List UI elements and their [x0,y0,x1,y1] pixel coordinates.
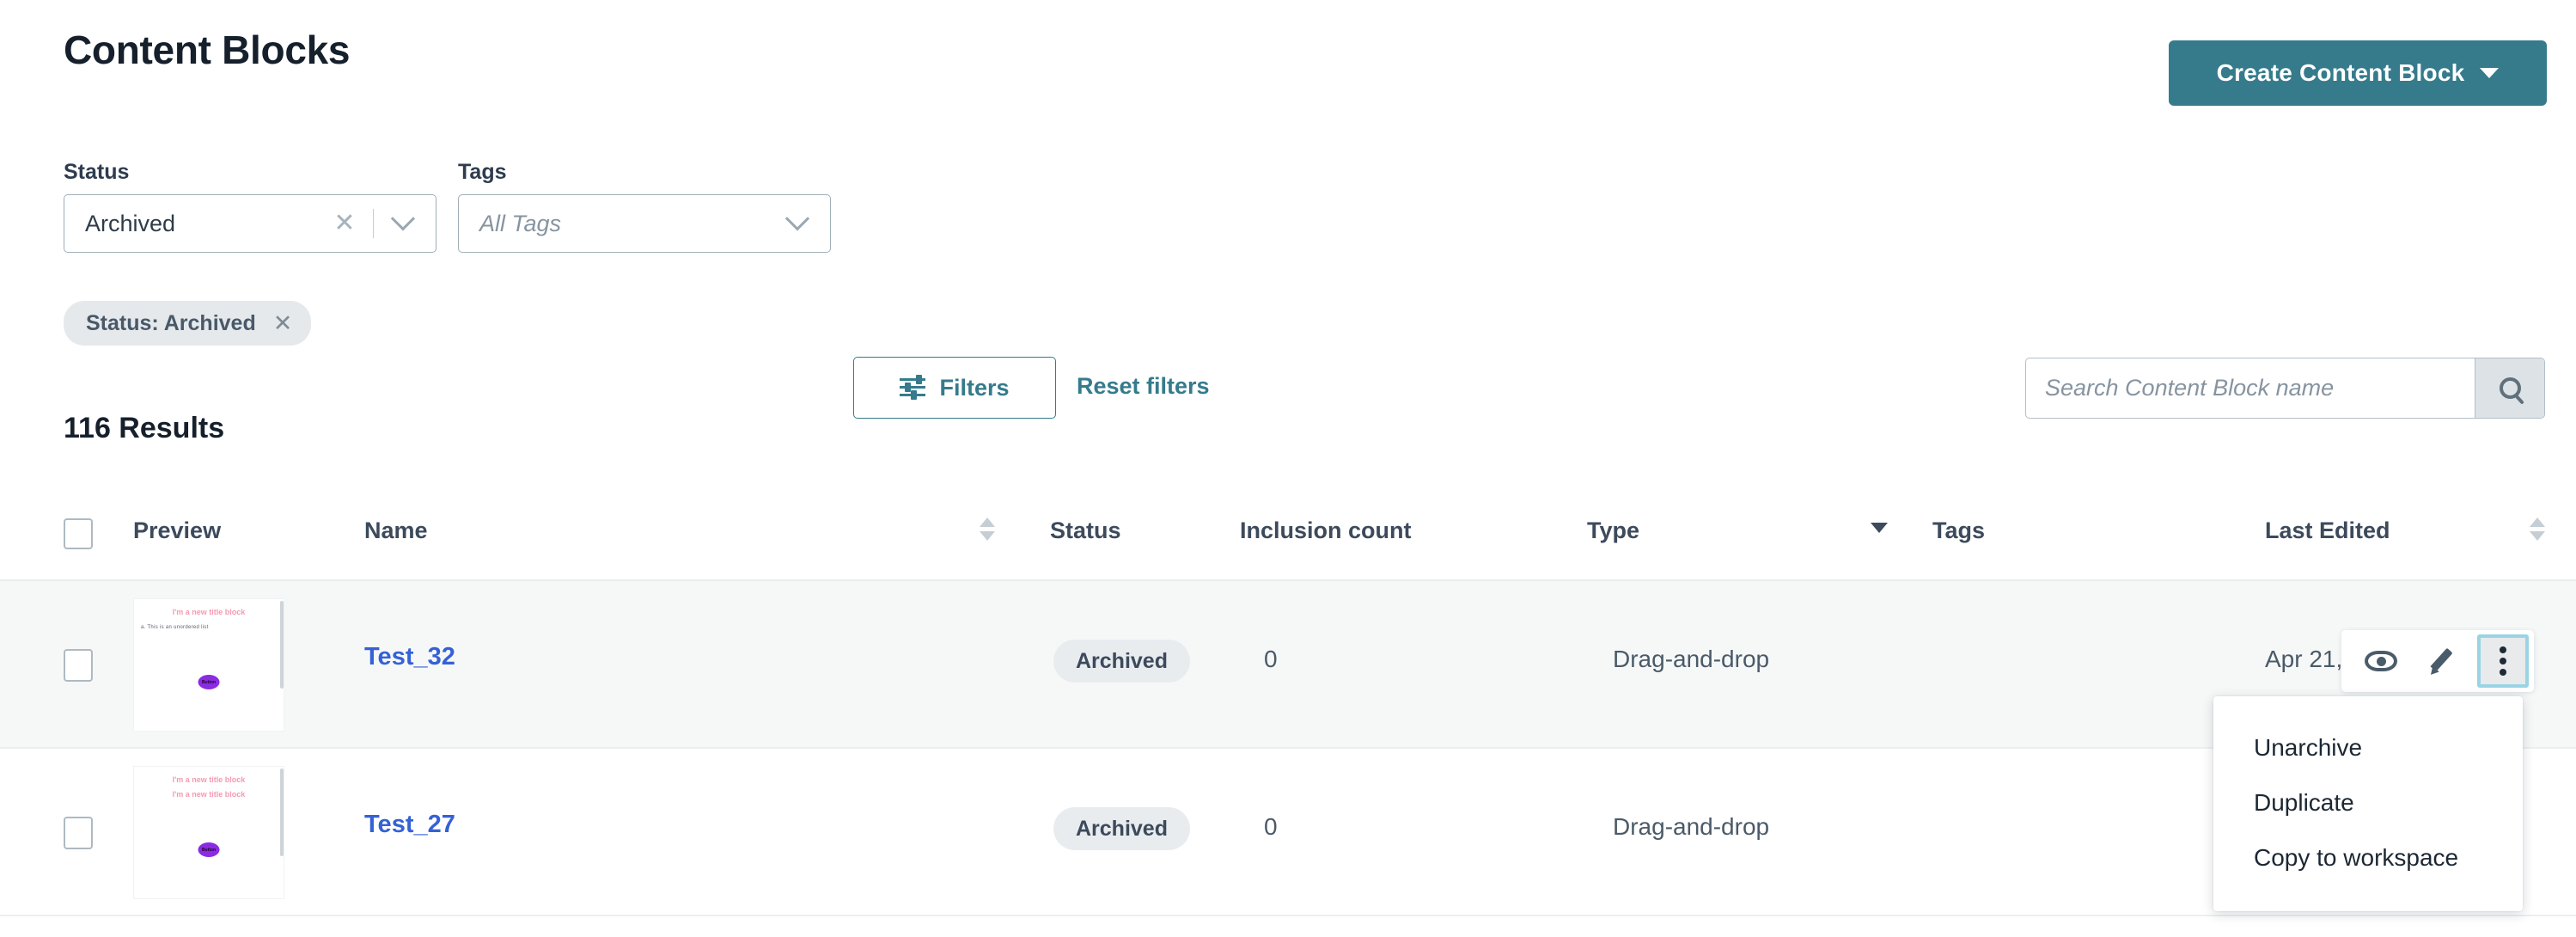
column-header-tags: Tags [1932,517,1986,543]
thumb-button: Button [198,842,220,857]
filter-chip-status[interactable]: Status: Archived ✕ [64,301,312,346]
thumb-list-item: a. This is an unordered list [141,624,209,630]
status-badge: Archived [1053,807,1190,850]
row-context-menu: Unarchive Duplicate Copy to workspace [2213,696,2523,911]
menu-item-unarchive[interactable]: Unarchive [2213,720,2523,775]
reset-filters-link[interactable]: Reset filters [1077,373,1210,400]
status-badge: Archived [1053,640,1190,683]
tags-filter-select[interactable]: All Tags [458,194,831,253]
status-filter-select[interactable]: Archived ✕ [64,194,436,253]
close-icon[interactable]: ✕ [273,311,293,335]
status-filter-clear-icon[interactable]: ✕ [321,211,367,236]
type-value: Drag-and-drop [1613,813,1770,840]
select-all-checkbox[interactable] [64,518,93,549]
filter-chip-label: Status: Archived [86,310,256,335]
sliders-icon [900,375,926,400]
content-block-name-link[interactable]: Test_27 [364,811,455,839]
content-blocks-page: Content Blocks Create Content Block Stat… [0,0,2576,937]
active-filter-chips: Status: Archived ✕ [64,301,312,346]
type-value: Drag-and-drop [1613,646,1770,672]
row-select-checkbox[interactable] [64,817,93,849]
create-content-block-label: Create Content Block [2216,59,2465,86]
content-block-name-link[interactable]: Test_32 [364,643,455,671]
sort-toggle-type[interactable] [1871,517,1888,545]
search-button[interactable] [2475,358,2544,418]
chevron-down-icon[interactable] [784,206,810,231]
thumb-title: I'm a new title block [172,775,246,784]
kebab-menu-icon [2500,646,2506,676]
column-header-preview: Preview [133,517,222,543]
page-header: Content Blocks Create Content Block [0,0,2576,138]
preview-thumbnail[interactable]: I'm a new title block a. This is an unor… [133,598,284,732]
column-header-type[interactable]: Type [1587,517,1639,544]
eye-icon [2365,651,2397,671]
search-icon [2499,377,2521,399]
column-header-inclusion-count: Inclusion count [1240,517,1412,543]
search-content-block [2025,358,2545,419]
status-filter-value: Archived [85,210,176,236]
sort-toggle-name[interactable] [980,517,997,545]
preview-thumbnail[interactable]: I'm a new title block I'm a new title bl… [133,766,284,899]
column-header-name[interactable]: Name [364,517,428,544]
table-row[interactable]: I'm a new title block I'm a new title bl… [0,749,2576,916]
status-filter-group: Status Archived ✕ [64,160,436,253]
create-content-block-button[interactable]: Create Content Block [2169,40,2547,106]
more-actions-button[interactable] [2477,634,2529,688]
chevron-down-icon[interactable] [390,206,416,231]
thumb-button: Button [198,675,220,689]
inclusion-count-value: 0 [1264,646,1278,672]
menu-item-duplicate[interactable]: Duplicate [2213,775,2523,830]
filters-button-label: Filters [939,374,1010,401]
content-blocks-table: Preview Name Status Inclusion count Type… [0,495,2576,916]
status-filter-label: Status [64,160,130,184]
last-edited-value: Apr 21, [2265,646,2343,672]
tags-filter-value: All Tags [479,210,562,236]
chevron-down-icon [2480,68,2500,78]
pencil-icon [2426,646,2456,676]
filters-bar: Status Archived ✕ Tags All Tags Filters … [0,160,2576,419]
edit-row-button[interactable] [2417,636,2465,686]
search-input[interactable] [2026,358,2475,418]
results-count: 116 Results [64,412,225,444]
divider [372,209,374,238]
tags-filter-label: Tags [458,160,507,184]
page-title: Content Blocks [64,28,351,72]
column-header-status: Status [1050,517,1121,543]
preview-row-button[interactable] [2357,636,2405,686]
row-actions-toolbar [2341,630,2534,692]
column-header-last-edited[interactable]: Last Edited [2265,517,2390,544]
table-header-row: Preview Name Status Inclusion count Type… [0,495,2576,581]
menu-item-copy-to-workspace[interactable]: Copy to workspace [2213,830,2523,885]
thumb-title: I'm a new title block [172,789,246,799]
inclusion-count-value: 0 [1264,813,1278,840]
filters-button[interactable]: Filters [853,357,1056,419]
table-row[interactable]: I'm a new title block a. This is an unor… [0,581,2576,749]
sort-toggle-last-edited[interactable] [2530,517,2547,545]
row-select-checkbox[interactable] [64,649,93,682]
thumb-title: I'm a new title block [172,608,246,616]
tags-filter-group: Tags All Tags [458,160,831,253]
